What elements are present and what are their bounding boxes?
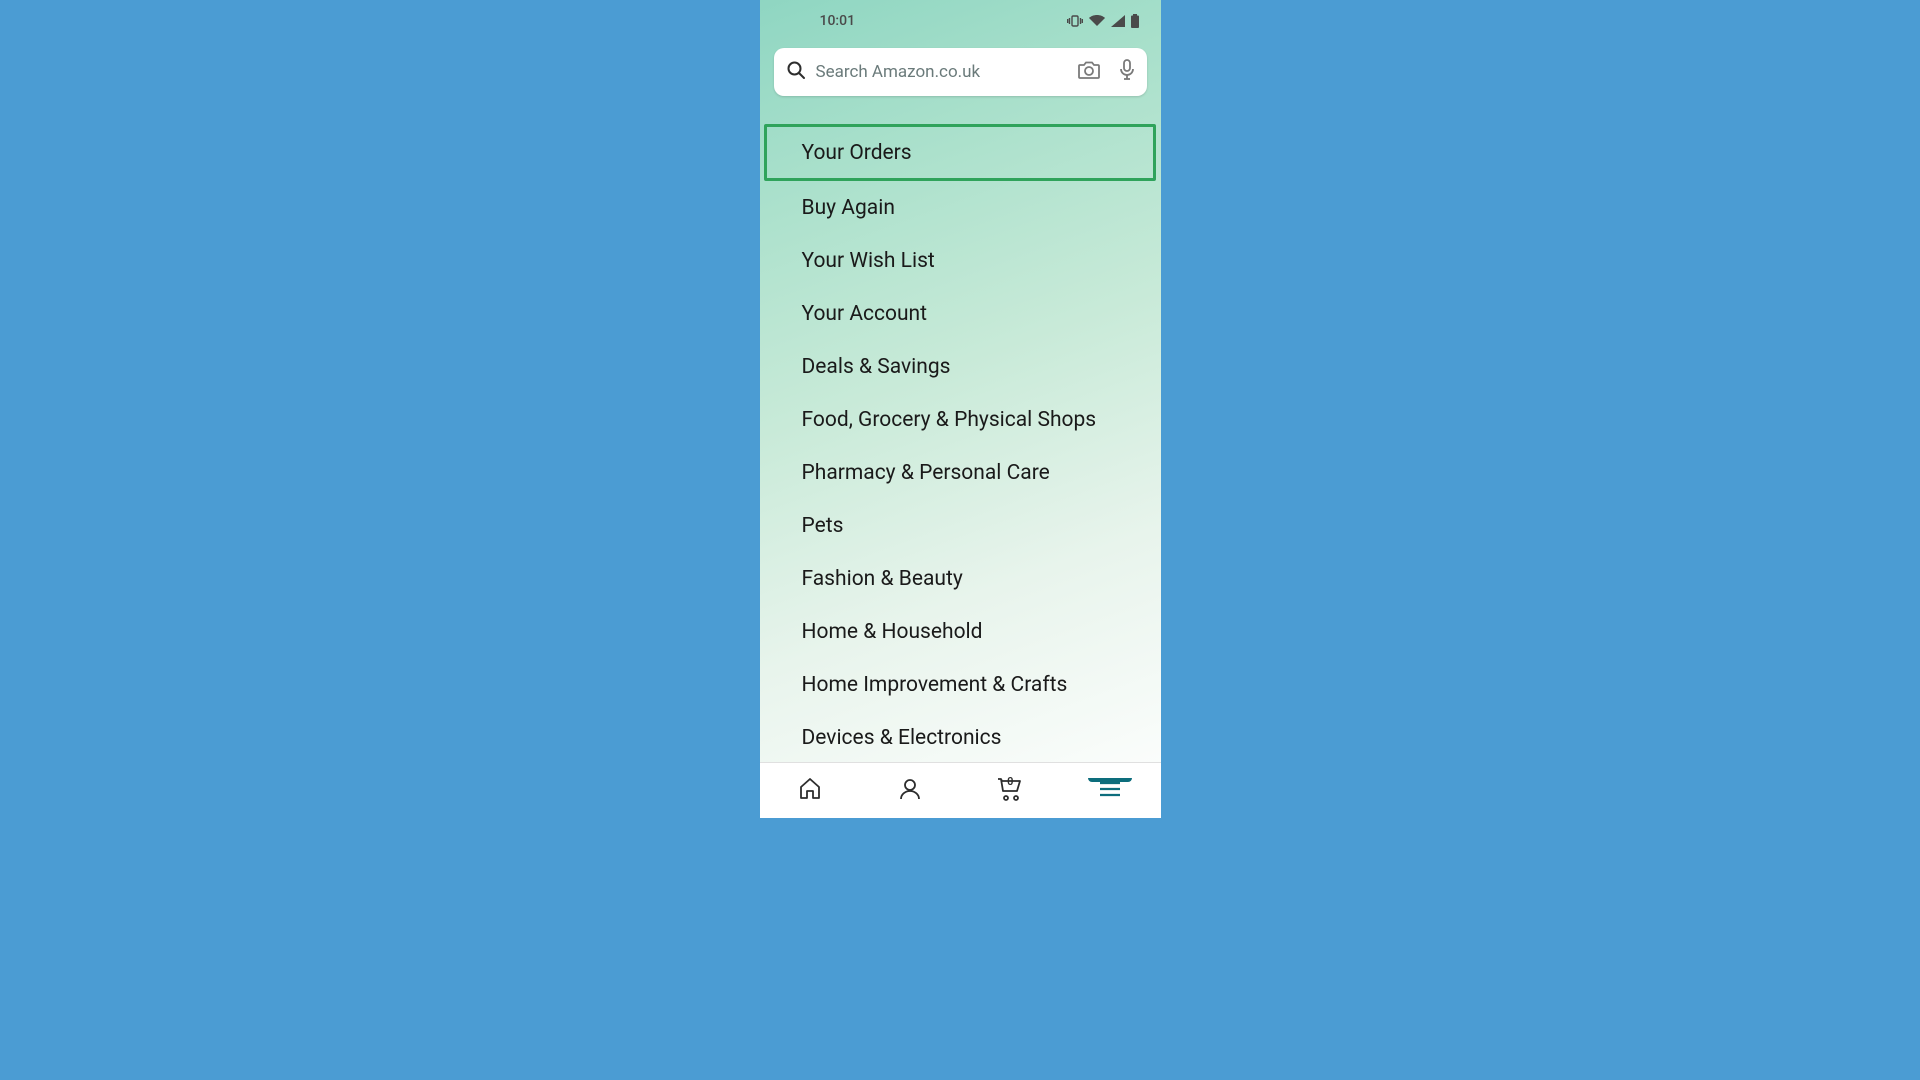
nav-cart[interactable]: 0 bbox=[960, 777, 1060, 805]
menu-item-home-household[interactable]: Home & Household bbox=[760, 605, 1161, 658]
menu-item-deals[interactable]: Deals & Savings bbox=[760, 340, 1161, 393]
menu-item-label: Your Wish List bbox=[802, 249, 935, 273]
menu-item-label: Devices & Electronics bbox=[802, 726, 1002, 750]
menu-item-label: Home & Household bbox=[802, 620, 983, 644]
wifi-icon bbox=[1089, 15, 1105, 27]
camera-icon[interactable] bbox=[1077, 60, 1101, 84]
menu-item-your-orders[interactable]: Your Orders bbox=[764, 124, 1156, 181]
search-actions bbox=[1077, 59, 1135, 85]
menu-item-food-grocery[interactable]: Food, Grocery & Physical Shops bbox=[760, 393, 1161, 446]
nav-active-indicator bbox=[1088, 778, 1132, 782]
menu-item-your-account[interactable]: Your Account bbox=[760, 287, 1161, 340]
hamburger-icon bbox=[1100, 781, 1120, 801]
menu-item-buy-again[interactable]: Buy Again bbox=[760, 181, 1161, 234]
menu-item-label: Food, Grocery & Physical Shops bbox=[802, 408, 1097, 432]
nav-profile[interactable] bbox=[860, 778, 960, 804]
menu-item-fashion[interactable]: Fashion & Beauty bbox=[760, 552, 1161, 605]
menu-item-pharmacy[interactable]: Pharmacy & Personal Care bbox=[760, 446, 1161, 499]
menu-item-label: Your Orders bbox=[802, 141, 912, 165]
menu-item-label: Buy Again bbox=[802, 196, 895, 220]
menu-item-label: Your Account bbox=[802, 302, 928, 326]
menu-item-devices[interactable]: Devices & Electronics bbox=[760, 711, 1161, 764]
menu-item-label: Pharmacy & Personal Care bbox=[802, 461, 1050, 485]
nav-menu[interactable] bbox=[1060, 781, 1160, 801]
cart-count: 0 bbox=[1007, 775, 1013, 788]
menu-list: Your Orders Buy Again Your Wish List You… bbox=[760, 124, 1161, 764]
search-bar[interactable]: Search Amazon.co.uk bbox=[774, 48, 1147, 96]
menu-item-label: Deals & Savings bbox=[802, 355, 951, 379]
microphone-icon[interactable] bbox=[1119, 59, 1135, 85]
vibrate-icon bbox=[1067, 15, 1083, 27]
search-container: Search Amazon.co.uk bbox=[760, 42, 1161, 96]
search-placeholder: Search Amazon.co.uk bbox=[816, 62, 1067, 82]
status-bar: 10:01 bbox=[760, 0, 1161, 42]
menu-item-wish-list[interactable]: Your Wish List bbox=[760, 234, 1161, 287]
profile-icon bbox=[899, 778, 921, 804]
status-icons bbox=[1067, 14, 1139, 28]
menu-item-pets[interactable]: Pets bbox=[760, 499, 1161, 552]
signal-icon bbox=[1111, 15, 1125, 27]
nav-home[interactable] bbox=[760, 778, 860, 804]
bottom-nav: 0 bbox=[760, 762, 1161, 818]
phone-frame: 10:01 Search Amazon.co.uk bbox=[760, 0, 1161, 818]
menu-item-label: Pets bbox=[802, 514, 844, 538]
battery-icon bbox=[1131, 14, 1139, 28]
menu-item-label: Home Improvement & Crafts bbox=[802, 673, 1068, 697]
status-time: 10:01 bbox=[820, 13, 856, 29]
search-icon bbox=[786, 60, 806, 84]
home-icon bbox=[798, 778, 822, 804]
menu-item-home-improvement[interactable]: Home Improvement & Crafts bbox=[760, 658, 1161, 711]
menu-item-label: Fashion & Beauty bbox=[802, 567, 963, 591]
